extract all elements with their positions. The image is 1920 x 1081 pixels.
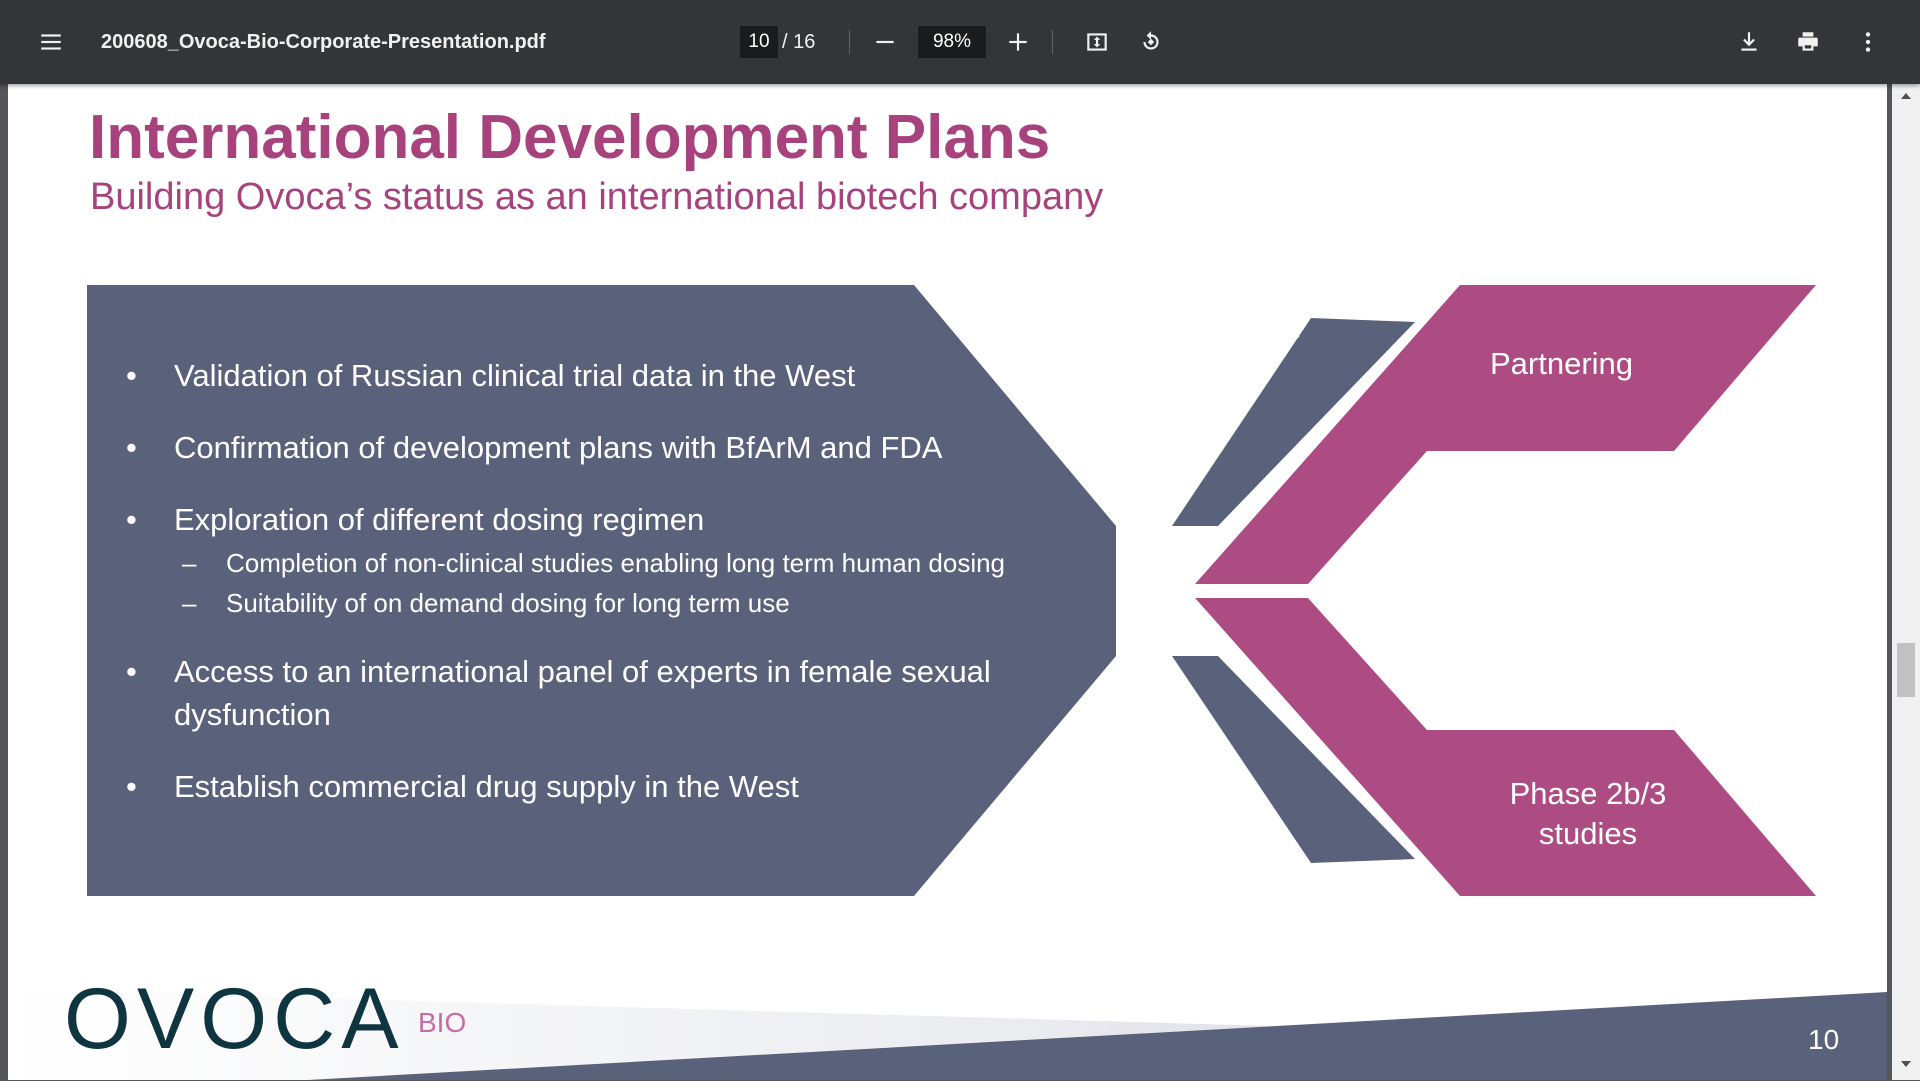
bullet-item: Exploration of different dosing regimen: [126, 498, 1066, 541]
ovoca-bio-logo: OVOCA BIO: [64, 971, 484, 1067]
bullet-item: Access to an international panel of expe…: [126, 650, 1066, 736]
logo-wordmark: OVOCA: [64, 971, 405, 1067]
slide-page-number: 10: [1808, 1024, 1840, 1055]
bullet-item: Validation of Russian clinical trial dat…: [126, 354, 1066, 397]
bullet-item: Confirmation of development plans with B…: [126, 426, 1066, 469]
rotate-icon[interactable]: [1131, 22, 1171, 62]
phase-line-2: studies: [1538, 816, 1638, 851]
toolbar-divider: [1052, 30, 1053, 54]
scroll-down-icon[interactable]: [1892, 1052, 1920, 1076]
menu-icon[interactable]: [31, 22, 71, 62]
scrollbar-thumb[interactable]: [1897, 643, 1915, 697]
pdf-toolbar: 200608_Ovoca-Bio-Corporate-Presentation.…: [0, 0, 1920, 84]
sub-bullet-item: Suitability of on demand dosing for long…: [126, 585, 1066, 621]
page-number-input[interactable]: [740, 26, 778, 58]
plus-icon[interactable]: [998, 22, 1038, 62]
minus-icon[interactable]: [865, 22, 905, 62]
zoom-input[interactable]: [918, 26, 986, 58]
vertical-scrollbar[interactable]: [1892, 84, 1920, 1080]
phase-studies-label: Phase 2b/3 studies: [1478, 774, 1698, 854]
download-icon[interactable]: [1729, 22, 1769, 62]
file-title: 200608_Ovoca-Bio-Corporate-Presentation.…: [101, 31, 546, 53]
page-total: / 16: [782, 31, 816, 53]
fit-page-icon[interactable]: [1077, 22, 1117, 62]
bullet-list: Validation of Russian clinical trial dat…: [126, 354, 1066, 808]
phase-line-1: Phase 2b/3: [1509, 776, 1667, 811]
print-icon[interactable]: [1788, 22, 1828, 62]
sub-bullet-item: Completion of non-clinical studies enabl…: [126, 545, 1066, 581]
slide-subtitle: Building Ovoca’s status as an internatio…: [90, 176, 1104, 218]
more-vert-icon[interactable]: [1848, 22, 1888, 62]
slide-page: International Development Plans Building…: [8, 84, 1887, 1080]
pdf-viewer[interactable]: International Development Plans Building…: [0, 84, 1920, 1080]
partnering-label: Partnering: [1490, 346, 1634, 381]
toolbar-divider: [849, 30, 850, 54]
bullet-item: Establish commercial drug supply in the …: [126, 765, 1066, 808]
scroll-up-icon[interactable]: [1892, 84, 1920, 108]
slide-title: International Development Plans: [89, 103, 1051, 172]
logo-bio-text: BIO: [418, 1007, 467, 1038]
